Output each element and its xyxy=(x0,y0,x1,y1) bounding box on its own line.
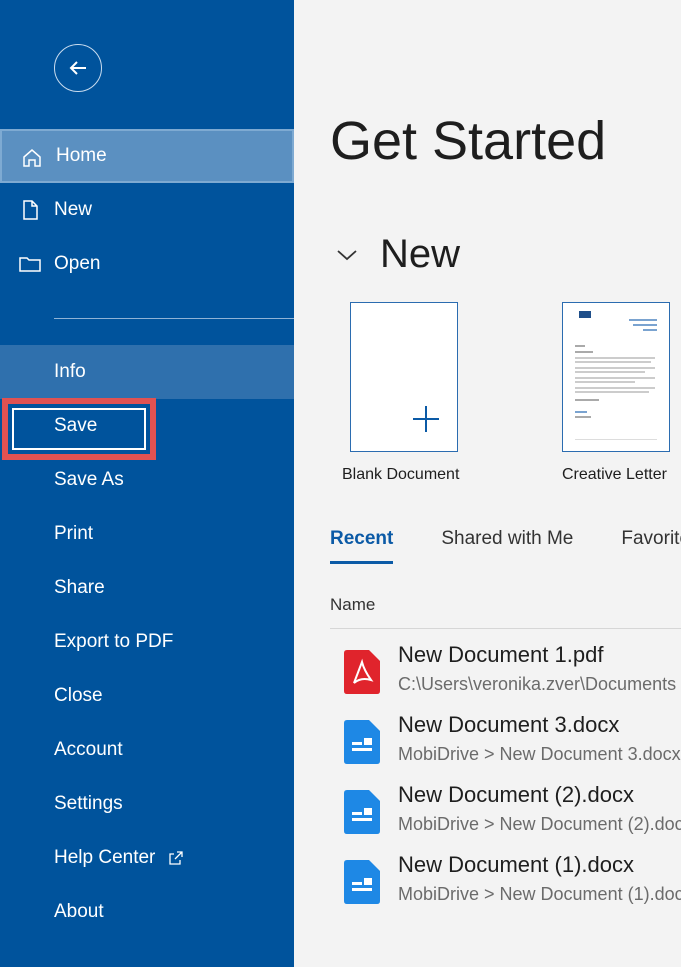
new-section-header[interactable]: New xyxy=(336,232,460,277)
file-name: New Document (2).docx xyxy=(398,782,634,807)
sidebar-divider xyxy=(54,318,294,319)
sidebar-item-label: Print xyxy=(54,523,94,544)
external-link-icon xyxy=(169,851,183,865)
template-thumbnail xyxy=(350,302,458,452)
new-document-icon xyxy=(23,200,38,220)
docx-file-icon xyxy=(344,720,380,764)
sidebar-item-print[interactable]: Print xyxy=(0,507,294,561)
back-arrow-icon xyxy=(69,61,86,75)
sidebar-item-label-wrap: Help Center xyxy=(54,847,183,869)
main-panel: Get Started New Blank Document Creative … xyxy=(294,0,681,967)
docx-file-icon xyxy=(344,860,380,904)
template-name: Creative Letter xyxy=(562,466,667,483)
sidebar-item-label: Help Center xyxy=(54,847,156,868)
file-name: New Document 3.docx xyxy=(398,712,620,737)
save-highlight-inner xyxy=(12,408,146,450)
sidebar-item-label: Home xyxy=(56,145,107,166)
sidebar-item-info[interactable]: Info xyxy=(0,345,294,399)
sidebar-item-label: Close xyxy=(54,685,103,706)
pdf-file-icon xyxy=(344,650,380,694)
sidebar-item-help-center[interactable]: Help Center xyxy=(0,831,294,885)
name-column-header[interactable]: Name xyxy=(330,595,375,615)
file-list-item[interactable]: New Document (1).docx MobiDrive > New Do… xyxy=(330,852,681,920)
file-path: C:\Users\veronika.zver\Documents xyxy=(398,674,677,694)
sidebar-item-label: New xyxy=(54,199,93,220)
docx-file-icon xyxy=(344,790,380,834)
tab-shared-with-me[interactable]: Shared with Me xyxy=(441,528,573,550)
new-section-label: New xyxy=(380,232,461,276)
sidebar: Home New Open Info Save Save As Print Sh… xyxy=(0,0,294,967)
tab-favorites[interactable]: Favorites xyxy=(621,528,681,550)
plus-icon xyxy=(413,406,439,432)
chevron-down-icon xyxy=(337,249,357,260)
sidebar-item-account[interactable]: Account xyxy=(0,723,294,777)
header-divider xyxy=(330,628,681,629)
template-name: Blank Document xyxy=(342,466,460,483)
sidebar-item-save-as[interactable]: Save As xyxy=(0,453,294,507)
back-button[interactable] xyxy=(54,44,102,92)
letter-preview-graphic xyxy=(575,311,657,440)
sidebar-item-label: About xyxy=(54,901,104,922)
file-list-item[interactable]: New Document (2).docx MobiDrive > New Do… xyxy=(330,782,681,850)
file-name: New Document (1).docx xyxy=(398,852,634,877)
file-name: New Document 1.pdf xyxy=(398,642,604,667)
home-icon xyxy=(23,149,41,167)
sidebar-item-label: Settings xyxy=(54,793,123,814)
template-thumbnail xyxy=(562,302,670,452)
sidebar-item-export-pdf[interactable]: Export to PDF xyxy=(0,615,294,669)
sidebar-item-label: Open xyxy=(54,253,101,274)
file-path: MobiDrive > New Document (2).docx xyxy=(398,814,681,834)
folder-icon xyxy=(19,257,41,272)
template-blank-document[interactable]: Blank Document xyxy=(342,302,459,483)
template-creative-letter[interactable]: Creative Letter xyxy=(562,302,670,483)
sidebar-item-close[interactable]: Close xyxy=(0,669,294,723)
sidebar-item-new[interactable]: New xyxy=(0,183,294,237)
sidebar-item-open[interactable]: Open xyxy=(0,237,294,291)
file-path: MobiDrive > New Document (1).docx xyxy=(398,884,681,904)
page-title: Get Started xyxy=(330,111,607,171)
sidebar-item-label: Save As xyxy=(54,469,124,490)
sidebar-item-label: Info xyxy=(54,361,86,382)
file-tabs: Recent Shared with Me Favorites xyxy=(330,528,681,564)
file-list-item[interactable]: New Document 3.docx MobiDrive > New Docu… xyxy=(330,712,681,780)
sidebar-item-label: Export to PDF xyxy=(54,631,174,652)
sidebar-item-settings[interactable]: Settings xyxy=(0,777,294,831)
sidebar-item-label: Share xyxy=(54,577,105,598)
sidebar-item-share[interactable]: Share xyxy=(0,561,294,615)
sidebar-item-label: Account xyxy=(54,739,123,760)
file-list-item[interactable]: New Document 1.pdf C:\Users\veronika.zve… xyxy=(330,642,681,710)
sidebar-item-about[interactable]: About xyxy=(0,885,294,939)
file-path: MobiDrive > New Document 3.docx xyxy=(398,744,681,764)
save-highlight-annotation xyxy=(2,398,156,460)
sidebar-item-home[interactable]: Home xyxy=(0,129,294,183)
tab-recent[interactable]: Recent xyxy=(330,528,394,564)
